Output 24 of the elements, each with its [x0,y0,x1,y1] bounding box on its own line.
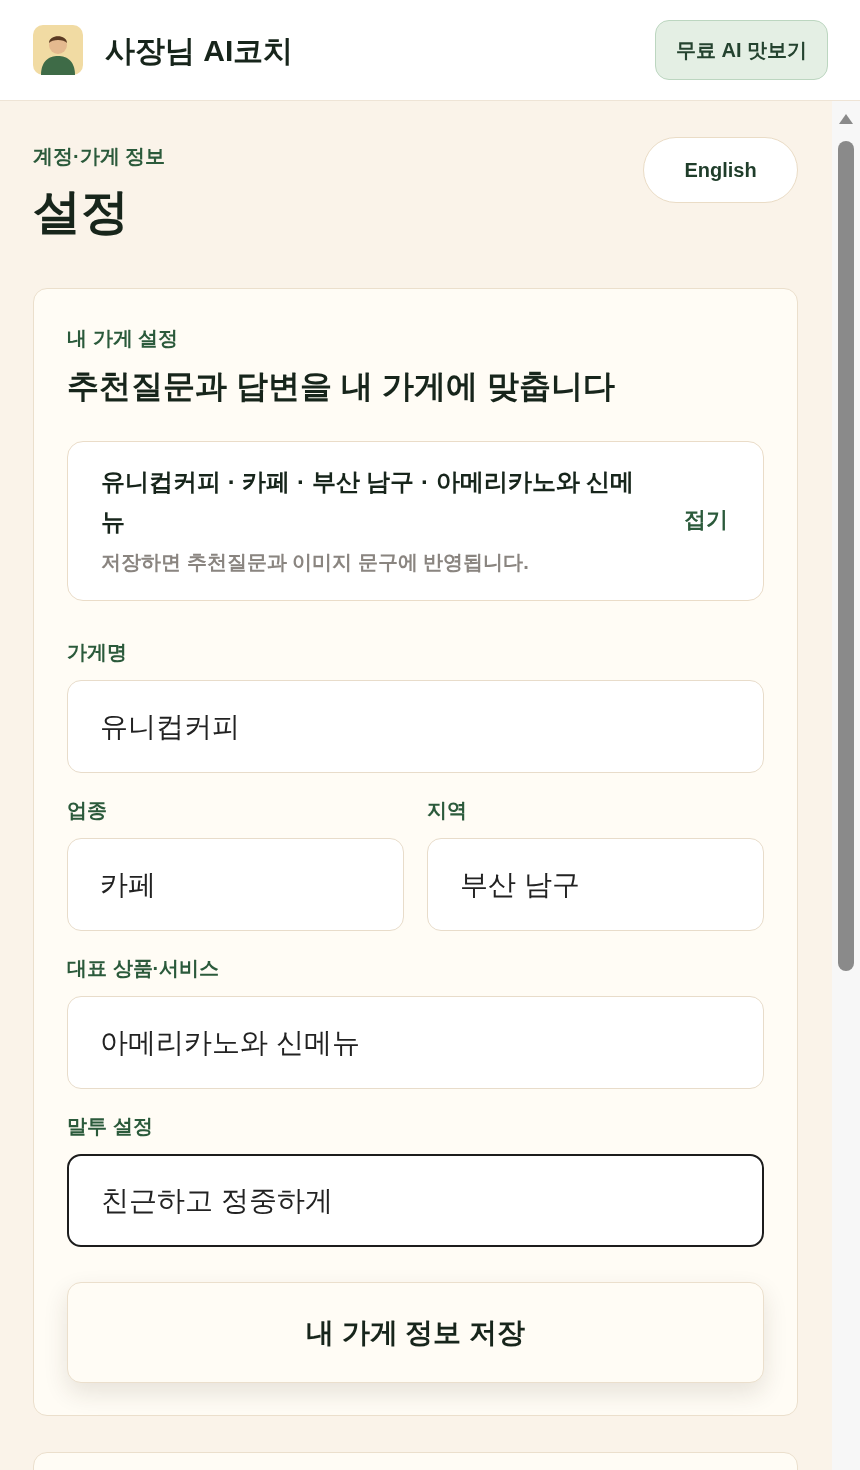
app-title: 사장님 AI코치 [105,32,294,69]
field-label: 가게명 [67,640,128,665]
text-input-field[interactable]: 부산 남구 [427,838,764,931]
scroll-up-icon[interactable] [838,113,854,125]
summary-hint: 저장하면 추천질문과 이미지 문구에 반영됩니다. [101,550,530,575]
section-eyebrow: 계정·가게 정보 [33,144,166,169]
text-input-field[interactable]: 유니컵커피 [67,680,764,773]
text-input-field[interactable]: 아메리카노와 신메뉴 [67,996,764,1089]
collapse-toggle[interactable]: 접기 [684,502,728,536]
card-heading: 추천질문과 답변을 내 가게에 맞춥니다 [67,367,616,406]
language-button[interactable]: English [643,137,798,203]
card-eyebrow: 내 가게 설정 [67,326,180,351]
text-input-field[interactable]: 친근하고 정중하게 [67,1154,764,1247]
text-input-field[interactable]: 카페 [67,838,404,931]
person-silhouette-icon [33,25,83,75]
summary-text: 유니컵커피 · 카페 · 부산 남구 · 아메리카노와 신메뉴 [101,467,636,537]
field-label: 업종 [67,798,108,823]
free-trial-button[interactable]: 무료 AI 맛보기 [654,20,828,80]
page-title: 설정 [33,184,130,240]
field-label: 대표 상품·서비스 [67,956,221,981]
field-label: 말투 설정 [67,1114,154,1139]
save-button[interactable]: 내 가게 정보 저장 [67,1282,764,1383]
field-label: 지역 [427,798,468,823]
scrollbar-thumb[interactable] [838,141,854,971]
